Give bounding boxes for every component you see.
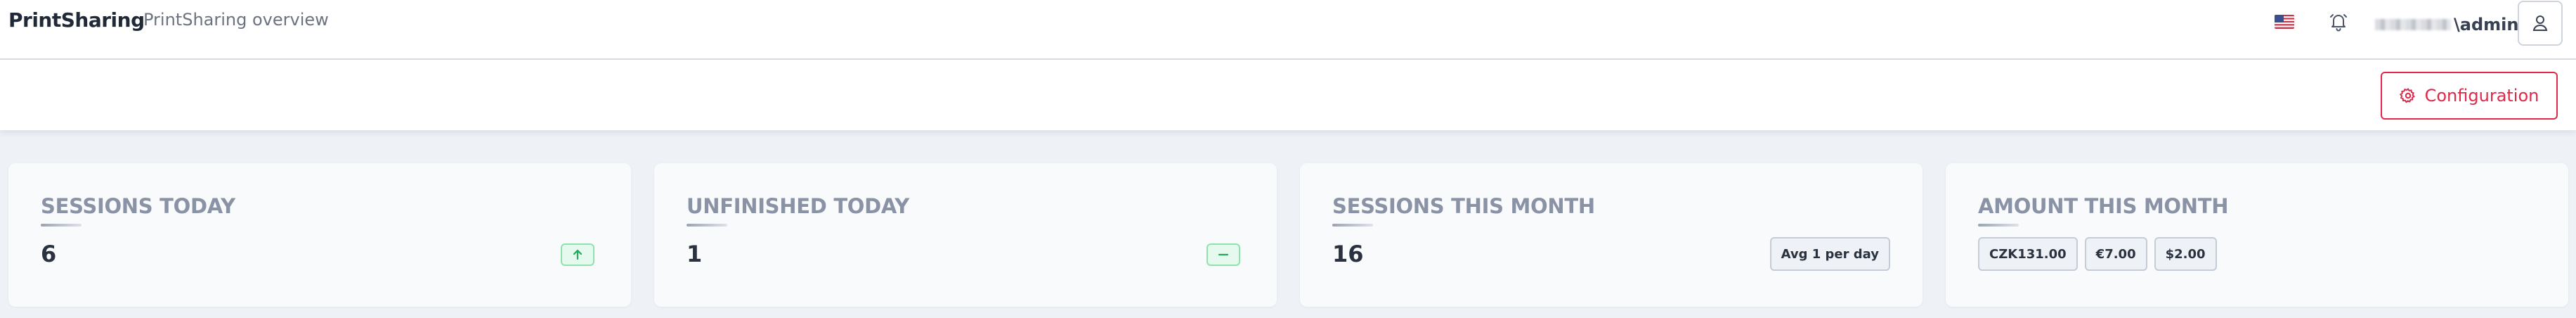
us-flag-icon[interactable]	[2275, 15, 2294, 29]
amount-list: CZK131.00 €7.00 $2.00	[1978, 237, 2217, 271]
card-title-underline	[41, 224, 82, 227]
current-user: \admin	[2375, 14, 2518, 35]
page-subtitle: PrintSharing overview	[143, 10, 329, 30]
action-bar: Configuration	[0, 60, 2576, 130]
card-title: SESSIONS TODAY	[41, 194, 235, 218]
card-title-underline	[1978, 224, 2019, 227]
stat-card-unfinished-today: UNFINISHED TODAY 1	[654, 163, 1277, 307]
average-badge: Avg 1 per day	[1769, 237, 1890, 271]
bell-icon[interactable]	[2328, 11, 2349, 32]
amount-badge-czk: CZK131.00	[1978, 237, 2078, 271]
card-title: AMOUNT THIS MONTH	[1978, 194, 2229, 218]
arrow-up-icon	[561, 243, 594, 266]
amount-badge-usd: $2.00	[2154, 237, 2217, 271]
redacted-domain	[2375, 19, 2451, 30]
dash-icon	[1206, 243, 1240, 266]
account-button[interactable]	[2518, 1, 2563, 46]
card-value: 6	[41, 241, 57, 267]
user-name-label: \admin	[2454, 15, 2519, 34]
top-navigation-bar: PrintSharing PrintSharing overview \admi…	[0, 0, 2576, 60]
amount-badge-eur: €7.00	[2084, 237, 2147, 271]
user-icon	[2532, 15, 2548, 31]
stat-card-sessions-this-month: SESSIONS THIS MONTH 16 Avg 1 per day	[1300, 163, 1923, 307]
gear-icon	[2399, 88, 2415, 103]
card-value: 1	[687, 241, 703, 267]
card-title: UNFINISHED TODAY	[687, 194, 909, 218]
stat-card-amount-this-month: AMOUNT THIS MONTH CZK131.00 €7.00 $2.00	[1946, 163, 2568, 307]
app-brand[interactable]: PrintSharing	[8, 8, 145, 32]
card-value: 16	[1332, 241, 1364, 267]
configuration-label: Configuration	[2424, 86, 2539, 106]
card-title-underline	[1332, 224, 1373, 227]
card-title-underline	[687, 224, 727, 227]
card-title: SESSIONS THIS MONTH	[1332, 194, 1595, 218]
configuration-button[interactable]: Configuration	[2381, 72, 2558, 120]
stat-card-sessions-today: SESSIONS TODAY 6	[8, 163, 631, 307]
